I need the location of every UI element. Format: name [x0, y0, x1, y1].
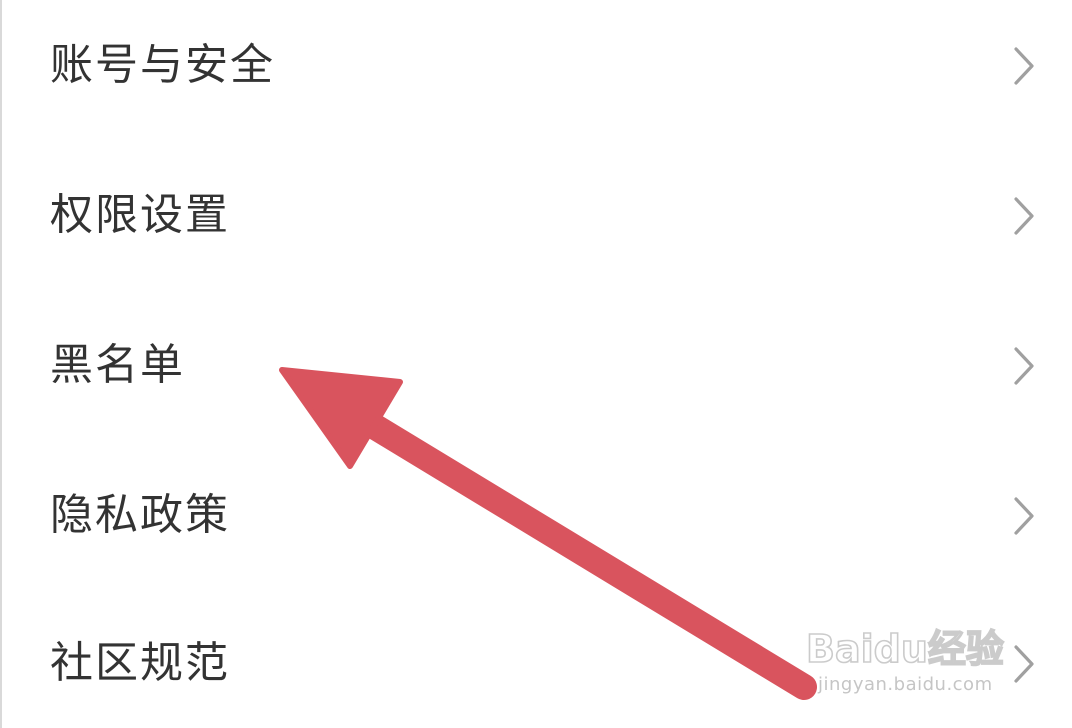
settings-item-label: 隐私政策: [50, 490, 230, 541]
settings-item-label: 社区规范: [50, 638, 230, 689]
chevron-right-icon: [1014, 347, 1034, 385]
chevron-right-icon: [1014, 197, 1034, 235]
settings-item-label: 账号与安全: [50, 40, 275, 91]
settings-screen: 账号与安全 权限设置 黑名单 隐私政策 社区规范 Baidu经验 jingyan…: [0, 0, 1072, 728]
settings-item-community-guidelines[interactable]: 社区规范: [2, 614, 1072, 714]
settings-item-privacy-policy[interactable]: 隐私政策: [2, 466, 1072, 566]
settings-item-permissions[interactable]: 权限设置: [2, 166, 1072, 266]
chevron-right-icon: [1014, 497, 1034, 535]
settings-item-label: 权限设置: [50, 190, 230, 241]
settings-item-account-security[interactable]: 账号与安全: [2, 16, 1072, 116]
settings-item-label: 黑名单: [50, 340, 185, 391]
chevron-right-icon: [1014, 645, 1034, 683]
settings-item-blacklist[interactable]: 黑名单: [2, 316, 1072, 416]
chevron-right-icon: [1014, 47, 1034, 85]
